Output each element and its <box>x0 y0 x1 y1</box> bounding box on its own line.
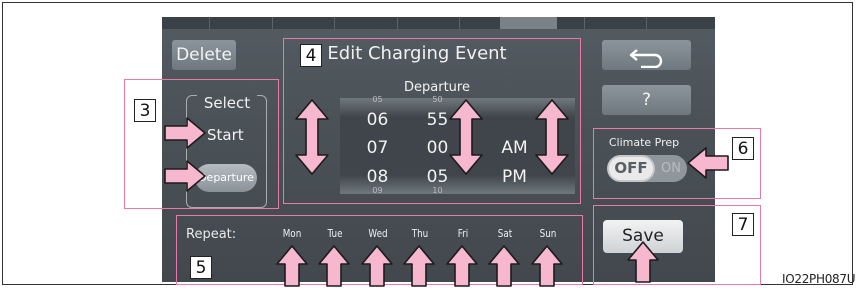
callout-arrow-icon <box>446 245 478 287</box>
callout-arrow-icon <box>276 245 308 287</box>
document-code: IO22PH087U <box>782 272 856 286</box>
callout-arrow-icon <box>449 99 483 175</box>
callout-arrows-layer <box>164 99 729 287</box>
callout-arrow-icon <box>403 245 435 287</box>
callout-arrow-icon <box>488 245 520 287</box>
callout-arrow-icon <box>627 241 659 283</box>
callout-arrow-icon <box>318 245 350 287</box>
callout-arrow-icon <box>164 117 206 149</box>
callout-arrow-icon <box>295 99 329 175</box>
callout-arrow-icon <box>535 99 569 175</box>
callout-arrow-icon <box>687 147 729 179</box>
callout-arrow-icon <box>164 160 206 192</box>
callout-arrow-icon <box>361 245 393 287</box>
callout-arrow-icon <box>531 245 563 287</box>
